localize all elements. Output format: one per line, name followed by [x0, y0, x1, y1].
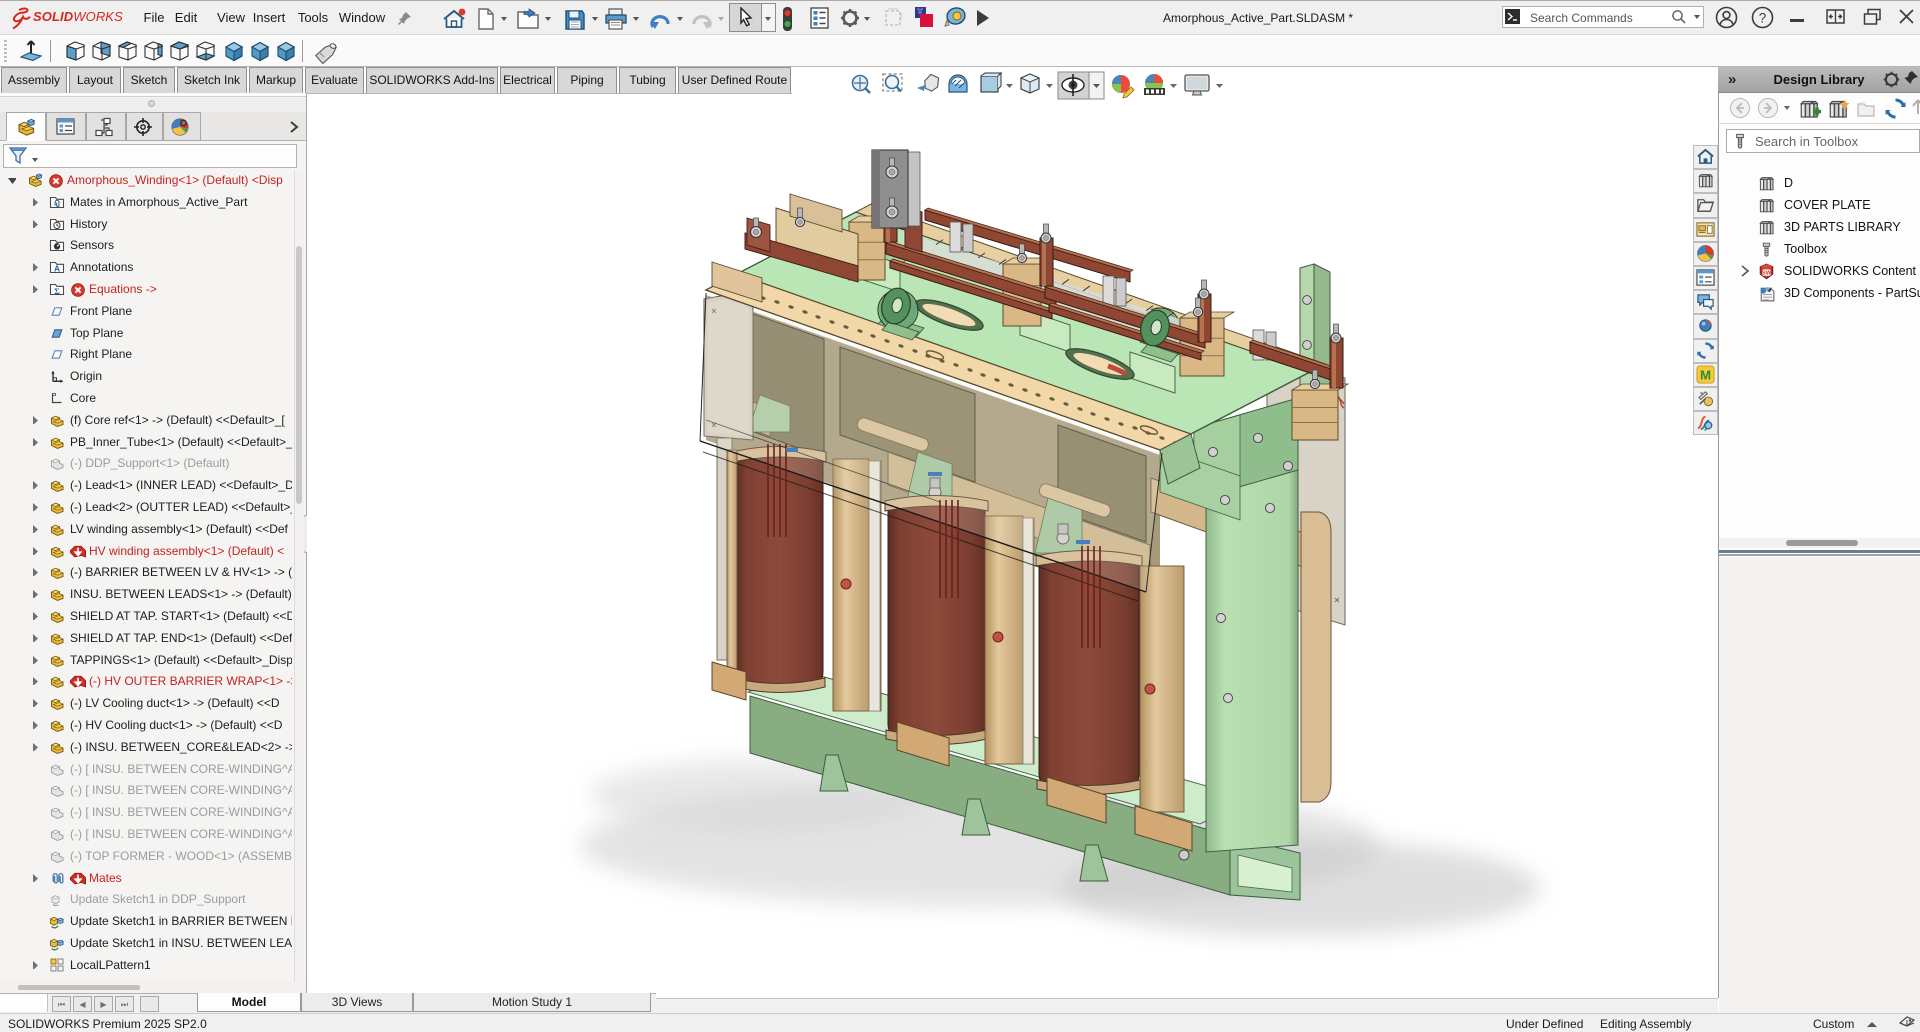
svg-text:?: ? — [1759, 11, 1767, 26]
svg-text:M: M — [1700, 368, 1711, 383]
